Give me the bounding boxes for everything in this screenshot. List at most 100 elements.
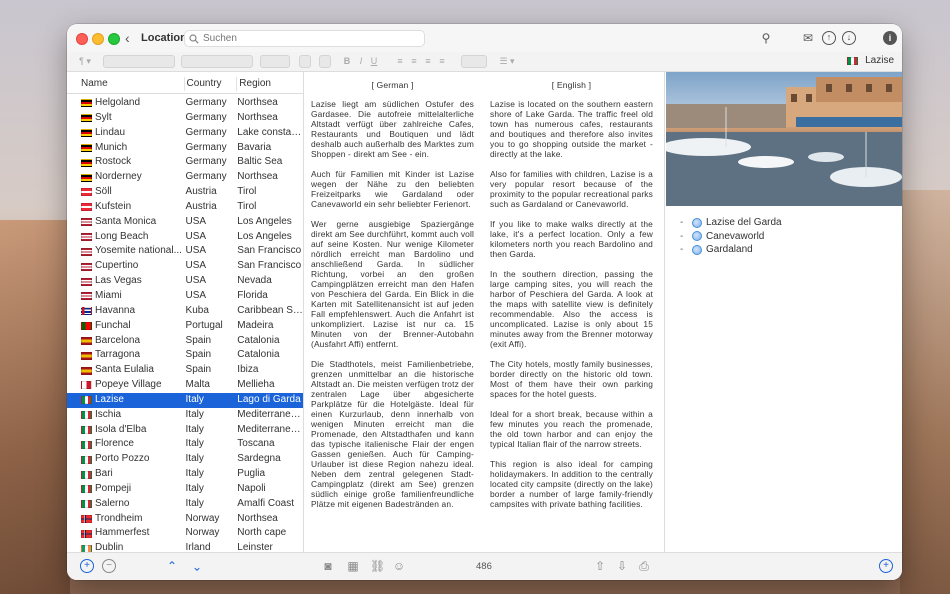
description-editor[interactable]: [ German ] Lazise liegt am südlichen Ost…: [305, 72, 665, 552]
table-icon[interactable]: ▦: [346, 559, 360, 573]
table-row[interactable]: Lazise Italy Lago di Garda: [67, 392, 303, 408]
table-row[interactable]: Barcelona Spain Catalonia: [67, 334, 303, 349]
close-window-button[interactable]: [76, 33, 88, 45]
move-down-icon[interactable]: ⌃: [190, 559, 204, 573]
zoom-window-button[interactable]: [108, 33, 120, 45]
chevron-left-icon[interactable]: ‹: [125, 30, 130, 46]
table-row[interactable]: Havanna Kuba Caribbean Sea: [67, 304, 303, 319]
table-row[interactable]: Kufstein Austria Tirol: [67, 200, 303, 215]
list-style-icon[interactable]: ☰ ▾: [497, 55, 517, 68]
table-row[interactable]: Porto Pozzo Italy Sardegna: [67, 452, 303, 467]
table-row[interactable]: Cupertino USA San Francisco: [67, 259, 303, 274]
linked-location-item[interactable]: - Canevaworld: [680, 230, 902, 244]
background-color-well[interactable]: [319, 55, 331, 68]
text-color-well[interactable]: [299, 55, 311, 68]
arrow-down-circle-icon[interactable]: ↓: [842, 31, 856, 45]
row-name-cell: Porto Pozzo: [67, 452, 185, 467]
paragraph-style-icon[interactable]: ¶ ▾: [73, 55, 97, 68]
smiley-icon[interactable]: ☺: [392, 559, 406, 573]
row-region-cell: Baltic Sea: [237, 156, 283, 168]
printer-icon[interactable]: ⎙: [637, 559, 651, 573]
table-row[interactable]: Long Beach USA Los Angeles: [67, 230, 303, 245]
row-country-cell: Germany: [185, 171, 227, 183]
share-icon[interactable]: ⇧: [593, 559, 607, 573]
table-row[interactable]: Miami USA Florida: [67, 289, 303, 304]
info-icon[interactable]: i: [883, 31, 897, 45]
table-row[interactable]: Bari Italy Puglia: [67, 467, 303, 482]
bullet-dash: -: [680, 230, 684, 242]
table-row[interactable]: Norderney Germany Northsea: [67, 170, 303, 185]
column-header-country[interactable]: Country: [185, 76, 238, 91]
move-up-icon[interactable]: ⌃: [165, 559, 179, 573]
detail-pane: - Lazise del Garda - Canevaworld - Gardaland: [666, 72, 902, 552]
table-row[interactable]: Las Vegas USA Nevada: [67, 274, 303, 289]
table-row[interactable]: Sylt Germany Northsea: [67, 111, 303, 126]
column-header-region[interactable]: Region: [237, 77, 303, 91]
country-flag-icon: [81, 322, 92, 331]
row-region-cell: Northsea: [237, 512, 278, 524]
table-row[interactable]: Helgoland Germany Northsea: [67, 96, 303, 111]
table-row[interactable]: Hammerfest Norway North cape: [67, 526, 303, 541]
table-row[interactable]: Yosemite national... USA San Francisco: [67, 244, 303, 259]
table-row[interactable]: Lindau Germany Lake constance: [67, 126, 303, 141]
table-row[interactable]: Dublin Irland Leinster: [67, 541, 303, 552]
link-icon[interactable]: ⛓: [370, 559, 385, 573]
search-input[interactable]: [203, 33, 403, 44]
font-size-popup[interactable]: [260, 55, 290, 68]
table-row[interactable]: Munich Germany Bavaria: [67, 141, 303, 156]
import-icon[interactable]: ⇩: [615, 559, 629, 573]
row-name-cell: Tarragona: [67, 348, 185, 363]
table-row[interactable]: Santa Eulalia Spain Ibiza: [67, 363, 303, 378]
country-flag-icon: [81, 233, 92, 242]
country-flag-icon: [81, 366, 92, 375]
underline-icon[interactable]: U: [369, 55, 379, 68]
row-name-cell: Santa Eulalia: [67, 363, 185, 378]
align-right-icon[interactable]: ≡: [423, 55, 433, 68]
bold-icon[interactable]: B: [342, 55, 352, 68]
arrow-up-circle-icon[interactable]: ↑: [822, 31, 836, 45]
linked-location-item[interactable]: - Gardaland: [680, 243, 902, 257]
align-center-icon[interactable]: ≡: [409, 55, 419, 68]
table-row[interactable]: Salerno Italy Amalfi Coast: [67, 497, 303, 512]
align-justify-icon[interactable]: ≡: [437, 55, 447, 68]
table-row[interactable]: Rostock Germany Baltic Sea: [67, 155, 303, 170]
pin-icon[interactable]: ⚲: [759, 31, 773, 45]
table-row[interactable]: Ischia Italy Mediterranean...: [67, 408, 303, 423]
row-region-cell: Toscana: [237, 438, 275, 450]
row-country-cell: Kuba: [185, 304, 209, 316]
column-header-name[interactable]: Name: [67, 76, 185, 91]
font-style-popup[interactable]: [181, 55, 253, 68]
globe-icon: [692, 217, 702, 228]
table-row[interactable]: Pompeji Italy Napoli: [67, 482, 303, 497]
location-photo[interactable]: [666, 72, 902, 206]
table-row[interactable]: Florence Italy Toscana: [67, 437, 303, 452]
table-row[interactable]: Trondheim Norway Northsea: [67, 512, 303, 527]
row-region-cell: Tirol: [237, 186, 257, 198]
linked-location-item[interactable]: - Lazise del Garda: [680, 216, 902, 230]
plus-circle-icon[interactable]: +: [80, 559, 94, 573]
row-region-cell: Bavaria: [237, 141, 272, 153]
align-left-icon[interactable]: ≡: [395, 55, 405, 68]
mail-icon[interactable]: ✉: [801, 31, 815, 45]
table-row[interactable]: Santa Monica USA Los Angeles: [67, 215, 303, 230]
row-country-cell: Germany: [185, 97, 227, 108]
italic-icon[interactable]: I: [356, 55, 366, 68]
table-row[interactable]: Tarragona Spain Catalonia: [67, 348, 303, 363]
country-flag-icon: [81, 351, 92, 360]
german-paragraph: Wer gerne ausgiebige Spaziergänge direkt…: [311, 219, 475, 349]
minus-circle-icon[interactable]: −: [102, 559, 116, 573]
font-family-popup[interactable]: [103, 55, 175, 68]
add-link-button[interactable]: +: [879, 559, 893, 573]
table-row[interactable]: Funchal Portugal Madeira: [67, 319, 303, 334]
table-row[interactable]: Söll Austria Tirol: [67, 185, 303, 200]
search-field[interactable]: [184, 30, 425, 47]
row-country-cell: Italy: [185, 393, 204, 405]
minimize-window-button[interactable]: [92, 33, 104, 45]
table-row[interactable]: Isola d'Elba Italy Mediterranean...: [67, 423, 303, 438]
row-region-cell: Ibiza: [237, 364, 259, 376]
row-name-cell: Pompeji: [67, 482, 185, 497]
country-flag-icon: [81, 381, 92, 390]
camera-icon[interactable]: ◙: [321, 559, 335, 573]
table-row[interactable]: Popeye Village Malta Mellieha: [67, 378, 303, 393]
line-spacing-popup[interactable]: [461, 55, 487, 68]
